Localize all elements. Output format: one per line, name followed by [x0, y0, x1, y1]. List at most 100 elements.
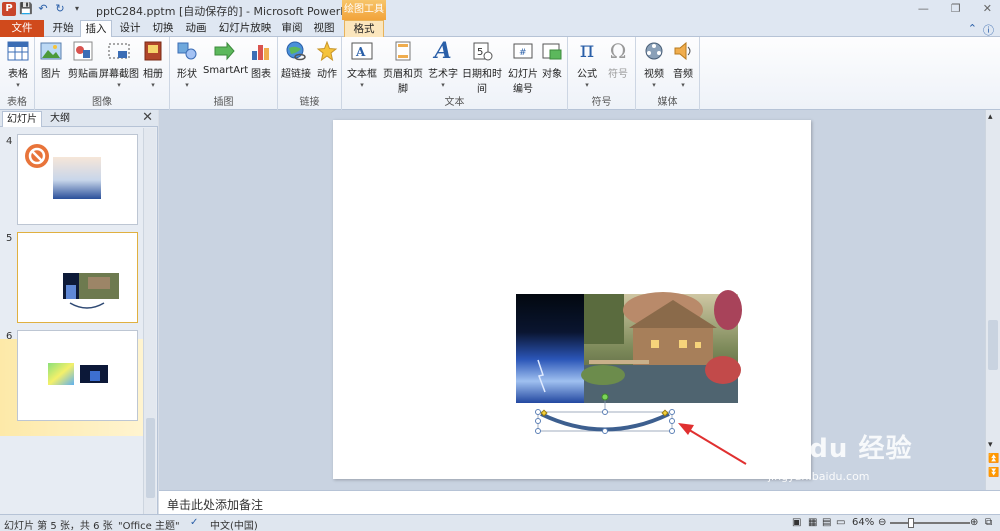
group-images: 图片 剪贴画 屏幕截图 ▾ 相册 ▾ 图像: [35, 37, 170, 110]
minimize-ribbon-icon[interactable]: ⌃: [968, 22, 977, 38]
tab-format[interactable]: 格式: [344, 20, 384, 37]
object-button[interactable]: 对象: [539, 39, 565, 80]
slide-thumbnail-6[interactable]: [17, 330, 138, 421]
theme-name[interactable]: "Office 主题": [118, 517, 180, 531]
header-footer-button[interactable]: 页眉和页脚: [379, 39, 427, 95]
powerpoint-app-icon[interactable]: P: [2, 2, 16, 16]
help-icon[interactable]: ⓘ: [983, 22, 994, 38]
tab-transitions[interactable]: 切换: [148, 20, 178, 37]
tab-review[interactable]: 审阅: [277, 20, 307, 37]
storm-picture[interactable]: [516, 294, 584, 403]
scroll-up-icon[interactable]: ▴: [988, 112, 993, 122]
rotation-handle[interactable]: [601, 393, 609, 401]
textbox-button[interactable]: A 文本框 ▾: [345, 39, 379, 89]
chart-button[interactable]: 图表: [247, 39, 275, 80]
photo-album-button[interactable]: 相册 ▾: [139, 39, 167, 89]
shapes-icon: [175, 39, 199, 63]
tab-insert[interactable]: 插入: [80, 20, 112, 38]
baidu-watermark-url: jingyan.baidu.com: [768, 470, 870, 483]
smartart-button[interactable]: SmartArt: [203, 39, 248, 76]
zoom-slider[interactable]: [890, 522, 970, 524]
zoom-slider-knob[interactable]: [908, 518, 914, 528]
zoom-in-icon[interactable]: ⊕: [970, 517, 978, 528]
action-star-icon: [315, 39, 339, 63]
wordart-button[interactable]: A 艺术字 ▾: [428, 39, 458, 89]
tab-view[interactable]: 视图: [309, 20, 339, 37]
quick-access-toolbar: P 💾 ↶ ↻ ▾: [2, 2, 84, 16]
language-indicator[interactable]: 中文(中国): [210, 517, 258, 531]
resize-handle[interactable]: [535, 418, 541, 424]
slide-number-button[interactable]: # 幻灯片 编号: [507, 39, 539, 95]
chevron-down-icon: ▾: [441, 81, 445, 89]
notes-pane[interactable]: 单击此处添加备注: [159, 490, 1000, 514]
scroll-down-icon[interactable]: ▾: [988, 440, 993, 450]
picture-button[interactable]: 图片: [37, 39, 65, 80]
customize-toolbar-icon[interactable]: ▾: [70, 2, 84, 16]
tab-file[interactable]: 文件: [0, 20, 44, 37]
slides-pane: 幻灯片 大纲 ✕ 4 5 6: [0, 110, 158, 514]
normal-view-icon[interactable]: ▣: [792, 517, 801, 528]
minimize-icon[interactable]: —: [918, 2, 929, 15]
tab-slideshow[interactable]: 幻灯片放映: [216, 20, 274, 37]
resize-handle[interactable]: [535, 428, 541, 434]
slideshow-view-icon[interactable]: ▭: [836, 517, 845, 528]
restore-icon[interactable]: ❐: [951, 2, 961, 15]
resize-handle[interactable]: [602, 409, 608, 415]
close-icon[interactable]: ✕: [983, 2, 992, 15]
hyperlink-button[interactable]: 超链接: [280, 39, 312, 80]
close-icon[interactable]: ✕: [142, 110, 153, 125]
chevron-down-icon: ▾: [117, 81, 121, 89]
object-icon: [540, 39, 564, 63]
audio-button[interactable]: 音频 ▾: [669, 39, 697, 89]
tab-design[interactable]: 设计: [115, 20, 145, 37]
save-icon[interactable]: 💾: [19, 2, 33, 16]
tab-slides[interactable]: 幻灯片: [2, 111, 42, 127]
group-label-media: 媒体: [657, 97, 678, 108]
tab-animations[interactable]: 动画: [181, 20, 211, 37]
resize-handle[interactable]: [535, 409, 541, 415]
slides-pane-scrollbar[interactable]: [143, 128, 156, 514]
svg-text:#: #: [519, 48, 527, 58]
video-button[interactable]: 视频 ▾: [639, 39, 669, 89]
slide-thumbnail-5[interactable]: [17, 232, 138, 323]
slide-thumbnail-4[interactable]: [17, 134, 138, 225]
tab-outline[interactable]: 大纲: [46, 111, 74, 127]
previous-slide-icon[interactable]: ⏫: [988, 454, 999, 464]
cottage-painting-picture[interactable]: [581, 290, 742, 403]
slide-number-4: 4: [6, 136, 13, 147]
wordart-icon: A: [434, 38, 452, 64]
tab-home[interactable]: 开始: [48, 20, 78, 37]
chevron-down-icon: ▾: [585, 81, 589, 89]
window-title: pptC284.pptm [自动保存的] - Microsoft PowerPo…: [96, 5, 368, 18]
equation-button[interactable]: π 公式 ▾: [572, 39, 602, 90]
symbol-button[interactable]: Ω 符号: [604, 39, 632, 80]
fit-to-window-icon[interactable]: ⧉: [985, 517, 992, 528]
reading-view-icon[interactable]: ▤: [822, 517, 831, 528]
scrollbar-thumb[interactable]: [146, 418, 155, 498]
slide-number-6: 6: [6, 331, 13, 342]
slide-number-5: 5: [6, 233, 13, 244]
zoom-out-icon[interactable]: ⊖: [878, 517, 886, 528]
editing-area-scrollbar[interactable]: ▴ ▾ ⏫ ⏬: [985, 110, 1000, 490]
group-illustrations: 形状 ▾ SmartArt 图表 插图: [170, 37, 278, 110]
action-button[interactable]: 动作: [313, 39, 341, 80]
resize-handle[interactable]: [602, 428, 608, 434]
undo-icon[interactable]: ↶: [36, 2, 50, 16]
clipart-button[interactable]: 剪贴画: [66, 39, 100, 80]
shapes-button[interactable]: 形状 ▾: [173, 39, 201, 89]
omega-icon: Ω: [609, 39, 627, 63]
slide-sorter-view-icon[interactable]: ▦: [808, 517, 817, 528]
next-slide-icon[interactable]: ⏬: [988, 468, 999, 478]
zoom-level[interactable]: 64%: [852, 517, 874, 528]
slide-counter: 幻灯片 第 5 张，共 6 张: [4, 521, 113, 531]
drawing-tools-context-label: 绘图工具: [342, 0, 386, 20]
scrollbar-thumb[interactable]: [988, 320, 998, 370]
table-button[interactable]: 表格 ▾: [4, 39, 32, 89]
screenshot-button[interactable]: 屏幕截图 ▾: [99, 39, 139, 89]
status-bar: 幻灯片 第 5 张，共 6 张 "Office 主题" ✓ 中文(中国) ▣ ▦…: [0, 514, 1000, 531]
datetime-button[interactable]: 5 日期和时间: [458, 39, 506, 95]
group-label-illustrations: 插图: [213, 97, 234, 108]
spellcheck-icon[interactable]: ✓: [190, 517, 198, 528]
chevron-down-icon: ▾: [681, 81, 685, 89]
redo-icon[interactable]: ↻: [53, 2, 67, 16]
